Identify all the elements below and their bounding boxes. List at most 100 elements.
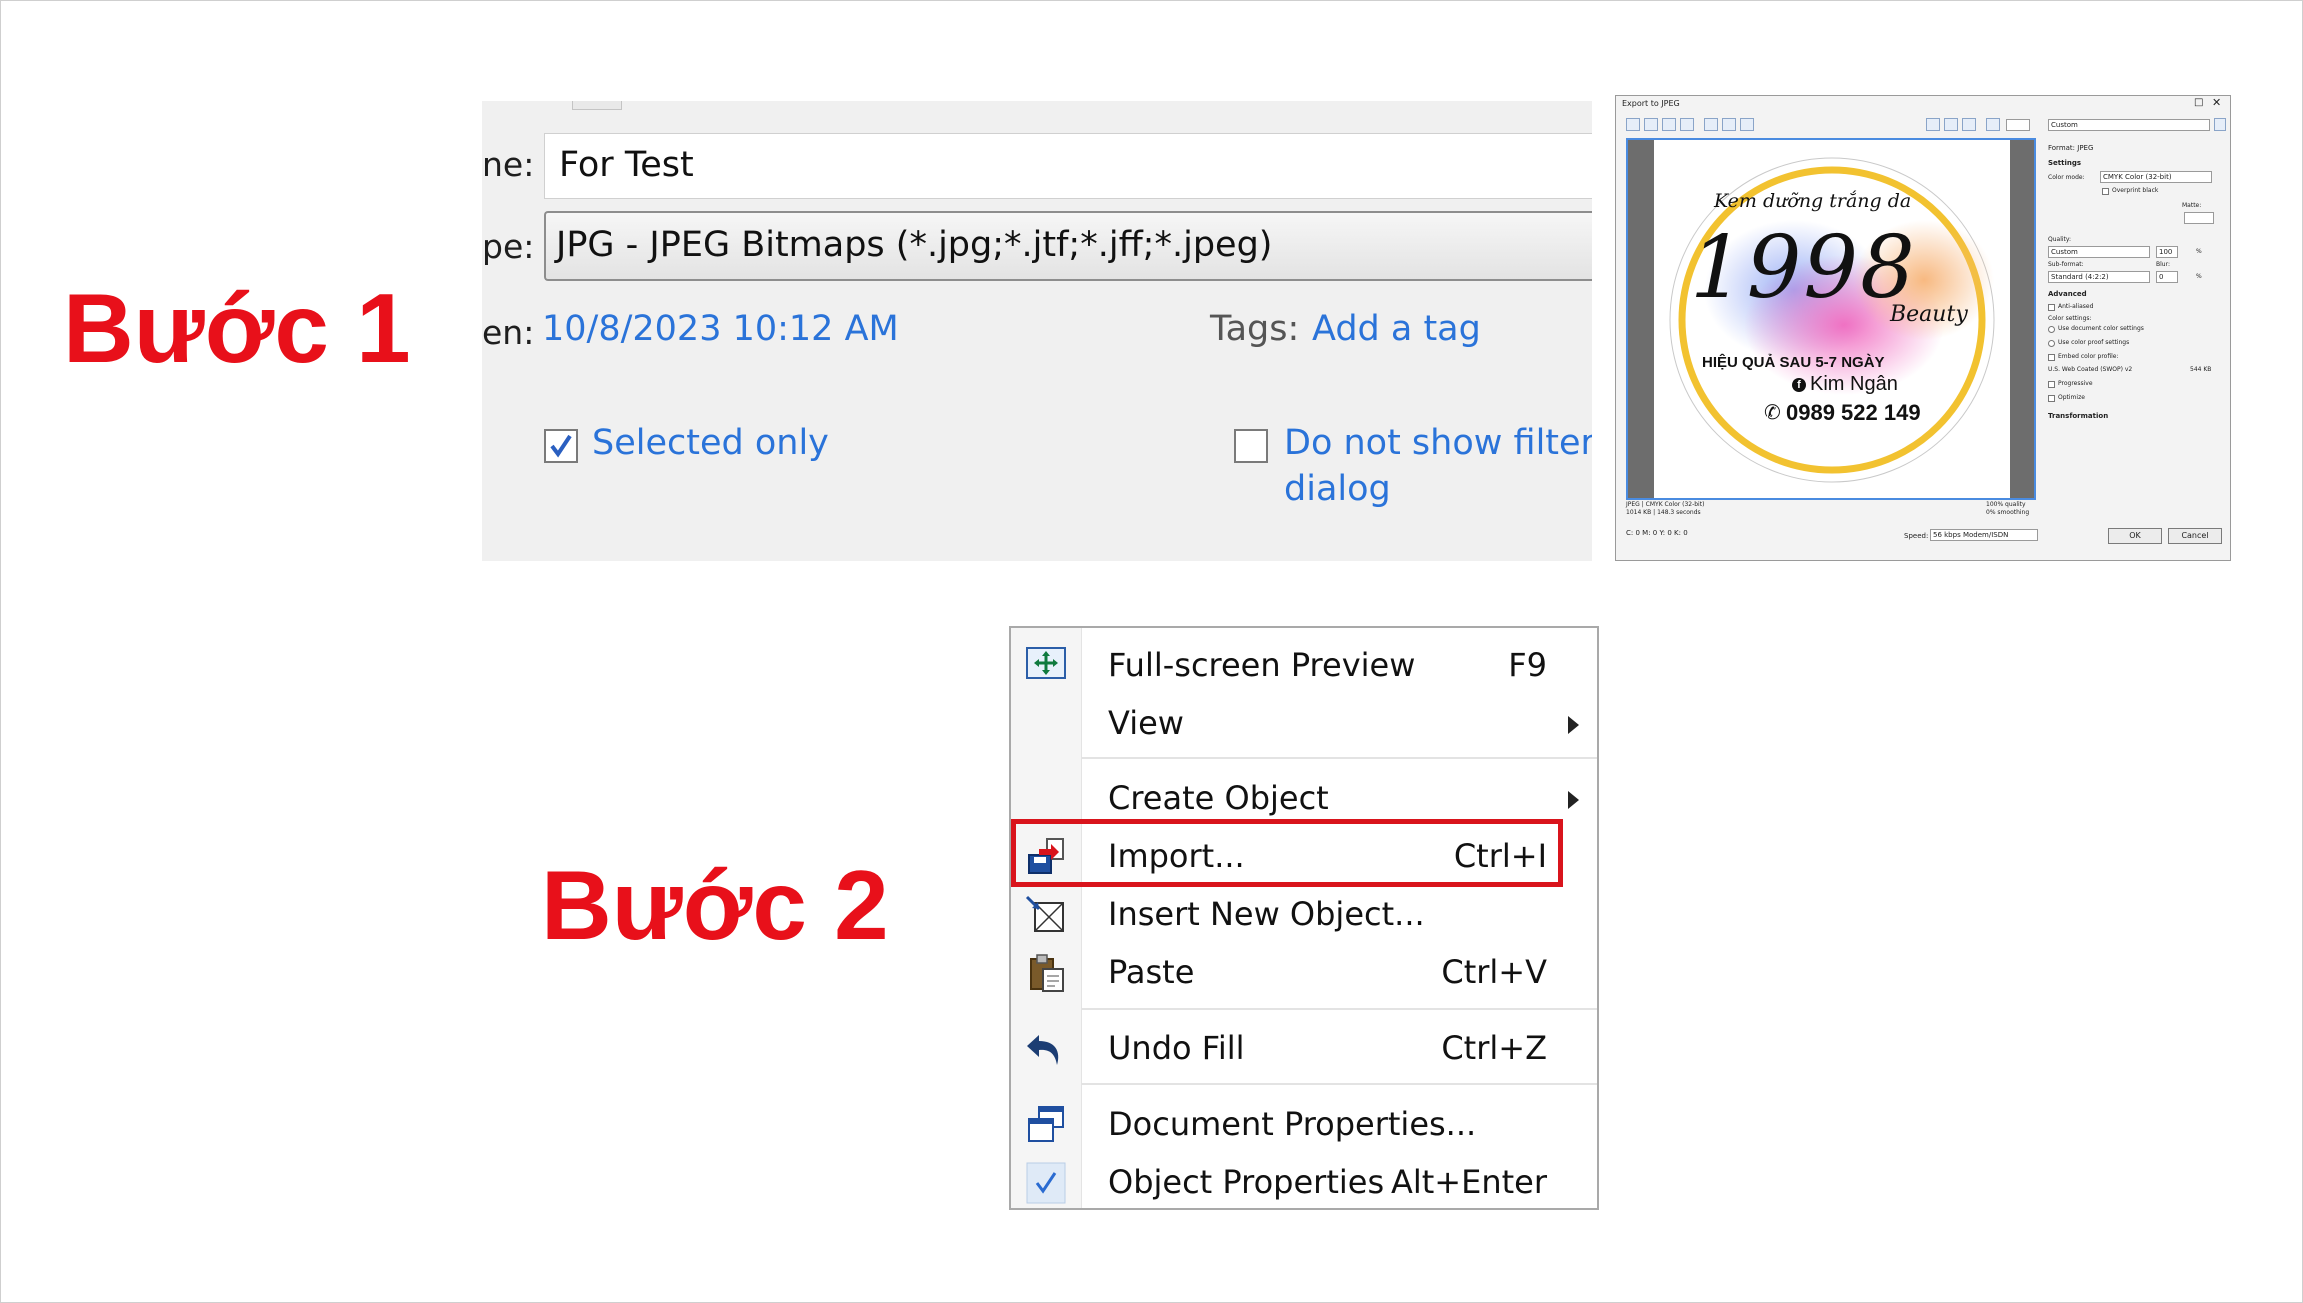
zoom-out-icon[interactable] [1962, 118, 1976, 131]
menu-label: Insert New Object... [1108, 895, 1425, 933]
menu-item-document-properties[interactable]: Document Properties... [1011, 1097, 1597, 1153]
import-highlight-box [1011, 819, 1563, 887]
ok-button[interactable]: OK [2108, 528, 2162, 544]
phone-text: 0989 522 149 [1786, 400, 1921, 425]
subformat-label: Sub-format: [2048, 261, 2084, 268]
eyedropper-icon[interactable] [1986, 118, 2000, 131]
menu-separator [1081, 1083, 1597, 1085]
advanced-header[interactable]: Advanced [2048, 290, 2087, 298]
context-menu: Full-screen Preview F9 View Create Objec… [1009, 626, 1599, 1210]
color-mode-select[interactable]: CMYK Color (32-bit) [2100, 171, 2212, 183]
menu-separator [1081, 1008, 1597, 1010]
menu-item-insert-new-object[interactable]: Insert New Object... [1011, 887, 1597, 943]
blur-unit: % [2196, 273, 2202, 280]
menu-separator [1081, 757, 1597, 759]
progressive-checkbox[interactable] [2048, 381, 2055, 388]
tagline-text: HIỆU QUẢ SAU 5-7 NGÀY [1702, 354, 1885, 371]
status-quality: 100% quality [1986, 501, 2026, 508]
file-type-select[interactable]: JPG - JPEG Bitmaps (*.jpg;*.jtf;*.jff;*.… [544, 211, 1592, 281]
split-horizontal-icon[interactable] [1662, 118, 1676, 131]
menu-shortcut: F9 [1508, 646, 1547, 684]
zoom-icon[interactable] [1722, 118, 1736, 131]
no-filter-dialog-checkbox[interactable] [1234, 429, 1268, 463]
blur-label: Blur: [2156, 261, 2170, 268]
anti-aliased-checkbox[interactable] [2048, 304, 2055, 311]
color-mode-label: Color mode: [2048, 174, 2085, 181]
checkmark-icon [550, 434, 572, 458]
anti-aliased-label: Anti-aliased [2058, 303, 2094, 310]
use-proof-color-radio[interactable] [2048, 340, 2055, 347]
paste-icon [1030, 954, 1064, 992]
menu-item-paste[interactable]: Paste Ctrl+V [1011, 945, 1597, 1001]
cmyk-readout: C: 0 M: 0 Y: 0 K: 0 [1626, 529, 1688, 537]
menu-item-full-screen-preview[interactable]: Full-screen Preview F9 [1011, 638, 1597, 694]
submenu-arrow-icon [1568, 716, 1579, 734]
dialog-edge-tab [572, 101, 622, 110]
menu-label: Object Properties [1108, 1163, 1385, 1201]
submenu-arrow-icon [1568, 791, 1579, 809]
hand-icon[interactable] [1740, 118, 1754, 131]
add-tag-link[interactable]: Add a tag [1312, 309, 1481, 349]
profile-size: 544 KB [2190, 366, 2212, 373]
matte-select[interactable] [2184, 212, 2214, 224]
preset-select[interactable]: Custom [2048, 119, 2210, 131]
speed-select[interactable]: 56 kbps Modem/ISDN [1930, 529, 2038, 541]
quality-unit: % [2196, 248, 2202, 255]
name-text: Kim Ngân [1810, 373, 1898, 395]
maximize-icon[interactable]: □ [2194, 97, 2203, 108]
script-word-text: Beauty [1890, 302, 1968, 327]
use-document-color-radio[interactable] [2048, 326, 2055, 333]
embed-profile-checkbox[interactable] [2048, 354, 2055, 361]
pan-icon[interactable] [1926, 118, 1940, 131]
facebook-icon: f [1792, 378, 1806, 392]
quality-preset-select[interactable]: Custom [2048, 246, 2150, 258]
menu-label: Document Properties... [1108, 1105, 1477, 1143]
optimize-checkbox[interactable] [2048, 395, 2055, 402]
no-filter-dialog-label-line2[interactable]: dialog [1284, 469, 1391, 509]
file-name-input[interactable]: For Test [544, 133, 1592, 199]
subformat-select[interactable]: Standard (4:2:2) [2048, 271, 2150, 283]
settings-header[interactable]: Settings [2048, 159, 2081, 167]
fit-icon[interactable] [1704, 118, 1718, 131]
export-jpeg-dialog: Export to JPEG □ ✕ Custom Kem dưỡng trắn… [1615, 95, 2231, 561]
menu-shortcut: Ctrl+V [1441, 953, 1547, 991]
zoom-in-icon[interactable] [1944, 118, 1958, 131]
menu-item-undo-fill[interactable]: Undo Fill Ctrl+Z [1011, 1021, 1597, 1077]
file-type-label: pe: [482, 227, 535, 266]
format-label: Format: JPEG [2048, 144, 2094, 152]
menu-label: Create Object [1108, 779, 1329, 817]
selected-only-checkbox[interactable] [544, 429, 578, 463]
selected-only-label[interactable]: Selected only [592, 423, 829, 463]
overprint-black-checkbox[interactable] [2102, 188, 2109, 195]
date-label: en: [482, 313, 535, 352]
use-proof-color-label: Use color proof settings [2058, 339, 2130, 346]
step-1-label: Bước 1 [63, 273, 411, 383]
speed-label: Speed: [1904, 532, 1929, 540]
single-view-icon[interactable] [1626, 118, 1640, 131]
document-properties-icon [1028, 1106, 1064, 1142]
preset-menu-icon[interactable] [2214, 118, 2226, 131]
menu-item-object-properties[interactable]: Object Properties Alt+Enter [1011, 1155, 1597, 1211]
quad-view-icon[interactable] [1680, 118, 1694, 131]
undo-icon [1027, 1035, 1059, 1065]
use-document-color-label: Use document color settings [2058, 325, 2144, 332]
file-name-label: ne: [482, 145, 535, 184]
no-filter-dialog-label[interactable]: Do not show filter [1284, 423, 1592, 463]
color-settings-label: Color settings: [2048, 315, 2092, 322]
status-format: JPEG | CMYK Color (32-bit) [1626, 501, 1705, 508]
big-number-text: 1998 [1690, 218, 1917, 318]
fullscreen-preview-icon [1026, 647, 1066, 679]
menu-item-view[interactable]: View [1011, 696, 1597, 752]
split-vertical-icon[interactable] [1644, 118, 1658, 131]
close-icon[interactable]: ✕ [2212, 96, 2221, 109]
checkmark-icon [1026, 1162, 1066, 1204]
menu-label: View [1108, 704, 1184, 742]
blur-value-input[interactable]: 0 [2156, 271, 2178, 283]
cancel-button[interactable]: Cancel [2168, 528, 2222, 544]
embed-profile-label: Embed color profile: [2058, 353, 2119, 360]
color-swatch-select[interactable] [2006, 119, 2030, 131]
transformation-header[interactable]: Transformation [2048, 412, 2108, 420]
quality-value-input[interactable]: 100 [2156, 246, 2178, 258]
preview-pane[interactable]: Kem dưỡng trắng da 1998 Beauty HIỆU QUẢ … [1626, 138, 2036, 500]
status-smoothing: 0% smoothing [1986, 509, 2030, 516]
